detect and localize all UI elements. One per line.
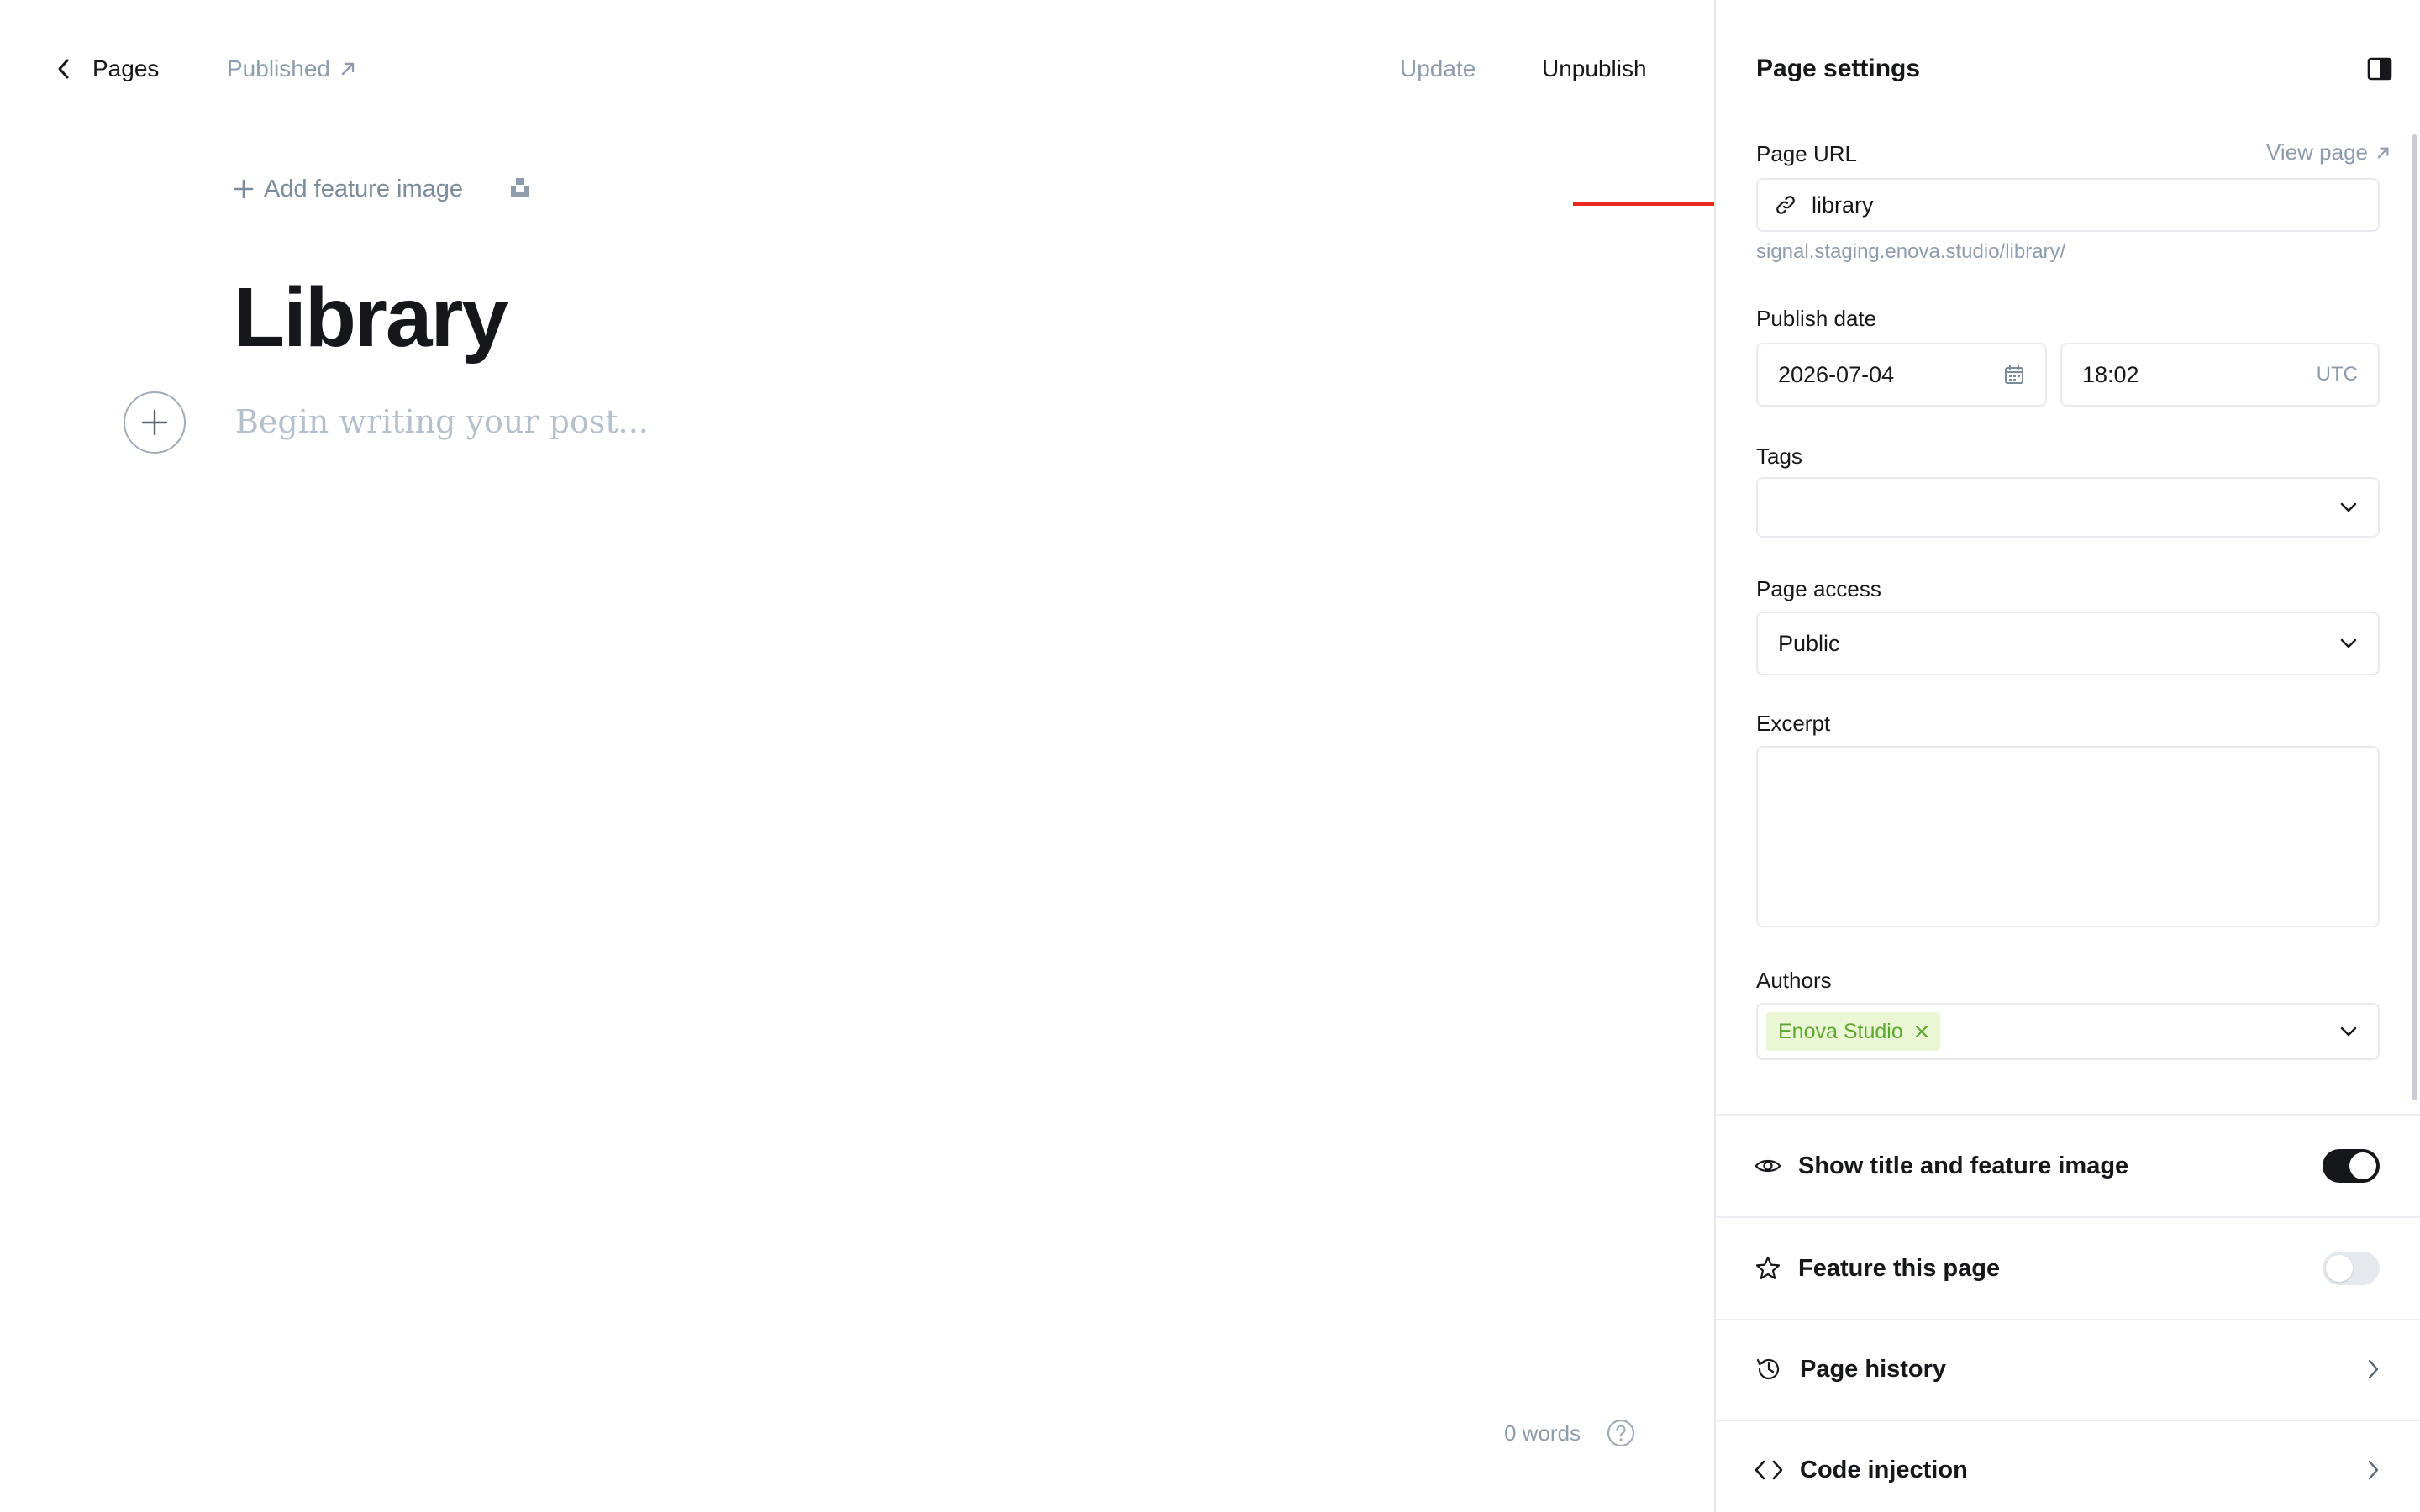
chevron-left-icon [57,58,71,80]
publish-date-label: Publish date [1756,306,1877,331]
feature-page-row: Feature this page [1754,1235,2380,1302]
calendar-icon[interactable] [2003,364,2025,386]
history-icon [1754,1355,1783,1383]
page-access-label: Page access [1756,576,1881,601]
link-icon [1775,194,1797,216]
excerpt-textarea[interactable] [1756,746,2380,927]
published-status-link[interactable]: Published [227,49,355,89]
back-to-pages-button[interactable]: Pages [57,49,159,89]
timezone-label: UTC [2316,363,2358,386]
page-url-input[interactable] [1812,192,2316,218]
author-chip[interactable]: Enova Studio [1766,1012,1940,1051]
divider [1716,1319,2420,1320]
arrow-up-right-icon [340,61,355,76]
view-page-link[interactable]: View page [2266,139,2390,165]
show-title-feature-row: Show title and feature image [1754,1132,2380,1200]
show-title-feature-toggle[interactable] [2323,1149,2380,1183]
add-feature-image-label: Add feature image [264,175,463,202]
post-title[interactable]: Library [234,267,508,368]
add-card-button[interactable] [124,391,186,454]
page-history-row[interactable]: Page history [1754,1336,2380,1403]
divider [1716,1420,2420,1421]
page-url-field[interactable] [1756,178,2380,232]
author-chip-label: Enova Studio [1778,1019,1903,1043]
code-injection-row[interactable]: Code injection [1754,1436,2380,1504]
sidebar-toggle-icon[interactable] [2366,55,2393,82]
chevron-right-icon [2366,1358,2380,1380]
tags-label: Tags [1756,444,1802,469]
divider [1716,1216,2420,1218]
editor-topbar: Pages Published Update Unpublish [0,0,1714,136]
panel-title: Page settings [1756,55,1921,82]
arrow-up-right-icon [2376,146,2390,160]
publish-date-field[interactable]: 2026-07-04 [1756,343,2047,407]
feature-page-label: Feature this page [1798,1254,2001,1282]
unsplash-icon[interactable] [509,176,531,198]
chevron-down-icon [2339,1026,2358,1037]
page-access-select[interactable]: Public [1756,612,2380,675]
page-url-hint: signal.staging.enova.studio/library/ [1756,240,2066,263]
code-injection-label: Code injection [1800,1456,1968,1483]
divider [1716,1114,2420,1116]
close-icon[interactable] [1915,1025,1928,1038]
page-access-value: Public [1778,630,1840,656]
panel-scrollbar[interactable] [2412,134,2417,1100]
chevron-down-icon [2339,638,2358,649]
page-url-label: Page URL [1756,141,1857,166]
unpublish-button[interactable]: Unpublish [1542,49,1647,89]
publish-time-field[interactable]: 18:02 UTC [2060,343,2380,407]
code-icon [1754,1459,1783,1481]
feature-page-toggle[interactable] [2323,1252,2380,1285]
show-title-feature-label: Show title and feature image [1798,1152,2129,1179]
add-feature-image-button[interactable]: Add feature image [234,168,463,210]
plus-icon [140,408,169,437]
chevron-right-icon [2366,1459,2380,1481]
post-body-placeholder[interactable]: Begin writing your post... [235,398,649,445]
authors-select[interactable]: Enova Studio [1756,1003,2380,1060]
publish-date-value: 2026-07-04 [1778,361,1895,387]
status-label: Published [227,55,330,81]
publish-time-value: 18:02 [2082,361,2139,387]
chevron-down-icon [2339,501,2358,513]
excerpt-label: Excerpt [1756,711,1831,736]
tags-select[interactable] [1756,477,2380,538]
question-circle-icon[interactable] [1606,1418,1636,1448]
word-count: 0 words [1504,1420,1581,1446]
eye-icon [1754,1152,1781,1179]
star-icon [1754,1255,1781,1282]
word-count-area: 0 words [1504,1416,1636,1450]
editor-area: Pages Published Update Unpublish Add fea… [0,0,1714,1512]
page-history-label: Page history [1800,1355,1947,1383]
back-label: Pages [92,55,160,81]
plus-icon [234,179,254,199]
update-button[interactable]: Update [1400,49,1476,89]
view-page-label: View page [2266,139,2368,165]
authors-label: Authors [1756,968,1832,993]
